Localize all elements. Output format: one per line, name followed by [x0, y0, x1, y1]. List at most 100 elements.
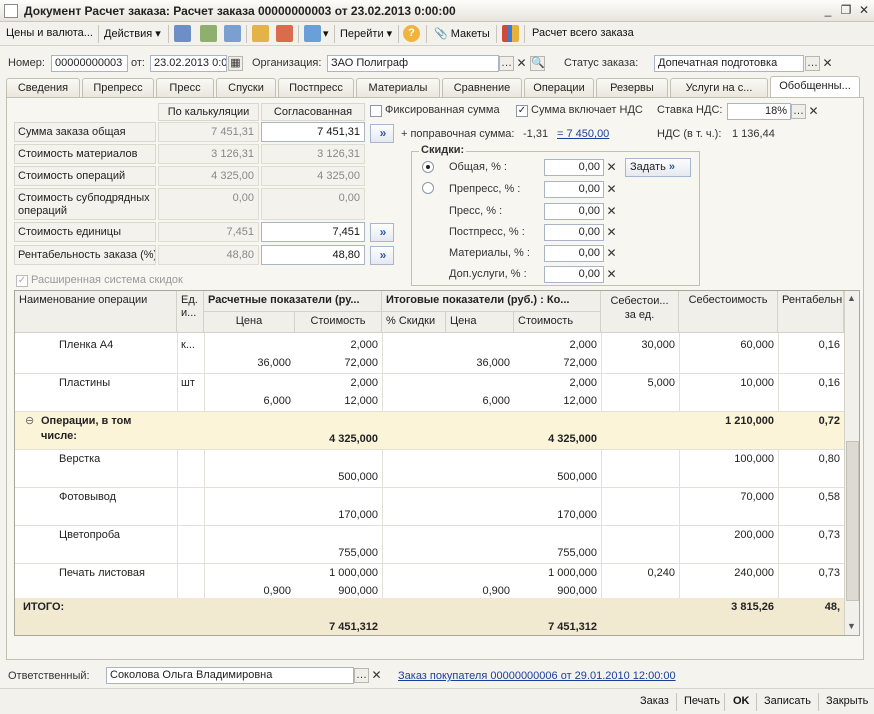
row-plates-costu[interactable]: 5,000 [601, 374, 679, 392]
discount-prepress-field[interactable]: 0,00 [544, 181, 604, 198]
status-field[interactable]: Допечатная подготовка [654, 55, 804, 72]
row-print-cost[interactable]: 240,000 [679, 564, 778, 582]
row-plates-cost[interactable]: 10,000 [679, 374, 778, 392]
scroll-down-icon[interactable]: ▼ [847, 621, 856, 631]
header-calc-group[interactable]: Расчетные показатели (ру... [204, 291, 382, 312]
discount-materials-clear-icon[interactable]: ✕ [604, 246, 619, 261]
discount-general-clear-icon[interactable]: ✕ [604, 160, 619, 175]
help-icon[interactable]: ? [403, 25, 420, 42]
grid-vertical-scrollbar[interactable]: ▲ ▼ [844, 291, 859, 635]
copy-icon[interactable] [252, 25, 269, 42]
row-photo-prof[interactable]: 0,58 [778, 488, 844, 506]
actions-menu[interactable]: Действия ▾ [104, 27, 161, 40]
responsible-field[interactable]: Соколова Ольга Владимировна [106, 667, 354, 684]
discount-postpress-clear-icon[interactable]: ✕ [604, 225, 619, 240]
responsible-clear-icon[interactable]: ✕ [369, 668, 384, 683]
org-clear-icon[interactable]: ✕ [514, 56, 529, 71]
row-proof-amt2[interactable]: 755,000 [514, 544, 601, 562]
row-plates-name[interactable]: Пластины [55, 374, 177, 392]
header-profit[interactable]: Рентабельн... [778, 291, 844, 333]
tab-summary[interactable]: Обобщенны... [770, 76, 860, 97]
tab-materials[interactable]: Материалы [356, 78, 440, 97]
structure-dropdown-icon[interactable]: ▾ [323, 27, 329, 40]
discount-materials-field[interactable]: 0,00 [544, 245, 604, 262]
row-layout-amt2[interactable]: 500,000 [514, 468, 601, 486]
save-doc-icon[interactable] [174, 25, 191, 42]
discount-postpress-field[interactable]: 0,00 [544, 224, 604, 241]
row-film-name[interactable]: Пленка А4 [55, 336, 177, 354]
row-photo-amt2[interactable]: 170,000 [514, 506, 601, 524]
row-plates-prof[interactable]: 0,16 [778, 374, 844, 392]
row-print-name[interactable]: Печать листовая [55, 564, 177, 582]
row-print-prof[interactable]: 0,73 [778, 564, 844, 582]
incl-vat-checkbox[interactable]: ✓ [516, 105, 528, 117]
row-film-price1[interactable]: 36,000 [204, 354, 295, 372]
tab-press[interactable]: Пресс [156, 78, 214, 97]
post-icon[interactable] [224, 25, 241, 42]
tab-services[interactable]: Услуги на с... [670, 78, 768, 97]
row-print-qty1[interactable]: 1 000,000 [295, 564, 382, 582]
agreed-unit-cost-field[interactable]: 7,451 [261, 222, 365, 242]
row-film-amt2[interactable]: 72,000 [514, 354, 601, 372]
calendar-icon[interactable]: ▦ [228, 56, 243, 71]
close-button[interactable]: Закрыть [826, 695, 868, 707]
status-clear-icon[interactable]: ✕ [820, 56, 835, 71]
apply-unit-cost-button[interactable]: » [370, 223, 394, 242]
discount-extra-clear-icon[interactable]: ✕ [604, 267, 619, 282]
row-plates-price1[interactable]: 6,000 [204, 392, 295, 410]
minimize-icon[interactable]: _ [820, 3, 836, 18]
row-film-qty1[interactable]: 2,000 [295, 336, 382, 354]
row-layout-amt1[interactable]: 500,000 [295, 468, 382, 486]
prices-currency-button[interactable]: Цены и валюта... [6, 27, 93, 39]
discount-press-field[interactable]: 0,00 [544, 203, 604, 220]
header-price2[interactable]: Цена [446, 312, 514, 333]
agreed-total-field[interactable]: 7 451,31 [261, 122, 365, 142]
row-print-costu[interactable]: 0,240 [601, 564, 679, 582]
discount-general-field[interactable]: 0,00 [544, 159, 604, 176]
header-cost[interactable]: Себестоимость [679, 291, 778, 333]
print-button[interactable]: Печать [684, 695, 720, 707]
tab-postpress[interactable]: Постпресс [278, 78, 354, 97]
status-select-icon[interactable]: … [805, 56, 820, 71]
row-film-prof[interactable]: 0,16 [778, 336, 844, 354]
vat-rate-select-icon[interactable]: … [791, 104, 806, 119]
tab-reserves[interactable]: Резервы [596, 78, 668, 97]
ok-button[interactable]: OK [733, 695, 750, 707]
row-film-amt1[interactable]: 72,000 [295, 354, 382, 372]
tab-prepress[interactable]: Препресс [82, 78, 154, 97]
header-price[interactable]: Цена [204, 312, 295, 333]
row-layout-name[interactable]: Верстка [55, 450, 177, 468]
row-print-qty2[interactable]: 1 000,000 [514, 564, 601, 582]
org-open-icon[interactable]: 🔍 [530, 56, 545, 71]
discount-press-clear-icon[interactable]: ✕ [604, 204, 619, 219]
row-film-unit[interactable]: к... [177, 336, 204, 354]
header-final-group[interactable]: Итоговые показатели (руб.) : Ко... [382, 291, 601, 312]
vat-rate-field[interactable]: 18% [727, 103, 791, 120]
delete-icon[interactable] [276, 25, 293, 42]
scroll-thumb[interactable] [846, 441, 859, 601]
row-layout-cost[interactable]: 100,000 [679, 450, 778, 468]
calc-all-button[interactable]: Расчет всего заказа [532, 27, 634, 39]
date-field[interactable]: 23.02.2013 0:00 [150, 55, 227, 72]
apply-total-button[interactable]: » [370, 124, 394, 143]
discount-extra-field[interactable]: 0,00 [544, 266, 604, 283]
close-window-icon[interactable]: ✕ [856, 3, 872, 18]
extended-discount-checkbox[interactable]: ✓ [16, 275, 28, 287]
row-film-costu[interactable]: 30,000 [601, 336, 679, 354]
order-button[interactable]: Заказ [640, 695, 669, 707]
row-proof-prof[interactable]: 0,73 [778, 526, 844, 544]
header-unit[interactable]: Ед. и... [177, 291, 204, 333]
discount-general-radio[interactable] [422, 161, 434, 173]
correction-result-link[interactable]: = 7 450,00 [557, 128, 609, 140]
org-field[interactable]: ЗАО Полиграф [327, 55, 499, 72]
customer-order-link[interactable]: Заказ покупателя 00000000006 от 29.01.20… [398, 670, 676, 682]
row-plates-amt1[interactable]: 12,000 [295, 392, 382, 410]
set-discount-button[interactable]: Задать » [625, 158, 691, 177]
agreed-profitability-field[interactable]: 48,80 [261, 245, 365, 265]
tab-svedeniya[interactable]: Сведения [6, 78, 80, 97]
refresh-icon[interactable] [200, 25, 217, 42]
row-plates-unit[interactable]: шт [177, 374, 204, 392]
header-name[interactable]: Наименование операции [15, 291, 177, 333]
chart-icon[interactable] [502, 25, 519, 42]
vat-rate-clear-icon[interactable]: ✕ [806, 104, 821, 119]
